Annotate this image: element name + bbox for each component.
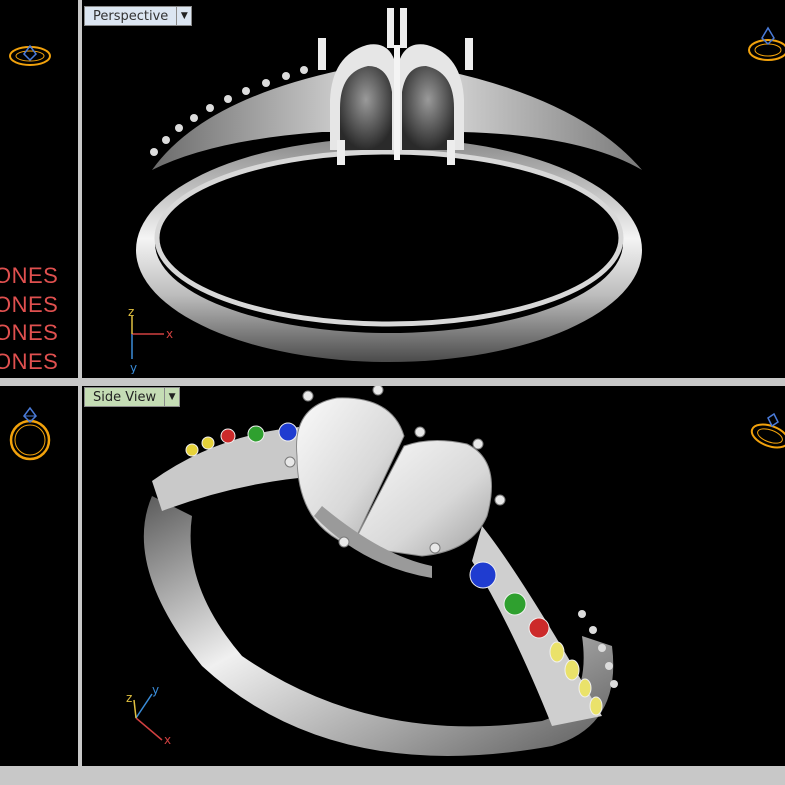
axis-x-label: x (166, 327, 173, 341)
axis-x-label: x (164, 733, 171, 747)
stones-label-3: ONES (0, 320, 59, 345)
ring-thumbnail-icon[interactable] (2, 396, 58, 476)
ring-thumbnail-icon[interactable] (6, 38, 56, 72)
ring-thumbnail-icon[interactable] (746, 408, 785, 458)
viewport-side-view[interactable]: Side View ▼ x y z (82, 386, 785, 766)
axis-z-label: z (126, 691, 132, 705)
axis-y-label: y (152, 683, 159, 697)
stones-label-4: ONES (0, 348, 59, 374)
ring-thumbnail-icon[interactable] (744, 18, 785, 74)
stones-label-1: ONES (0, 263, 59, 288)
left-panel-top: ONES ONES ONES ONES (0, 0, 78, 378)
axis-triad-icon: x y z (126, 683, 171, 747)
axis-triad-icon: x y z (128, 305, 173, 374)
stones-label-2: ONES (0, 291, 59, 317)
viewport-perspective[interactable]: Perspective ▼ x y z (82, 0, 785, 378)
axis-y-label: y (130, 361, 137, 374)
axis-z-label: z (128, 305, 134, 319)
left-panel-bottom (0, 386, 78, 766)
